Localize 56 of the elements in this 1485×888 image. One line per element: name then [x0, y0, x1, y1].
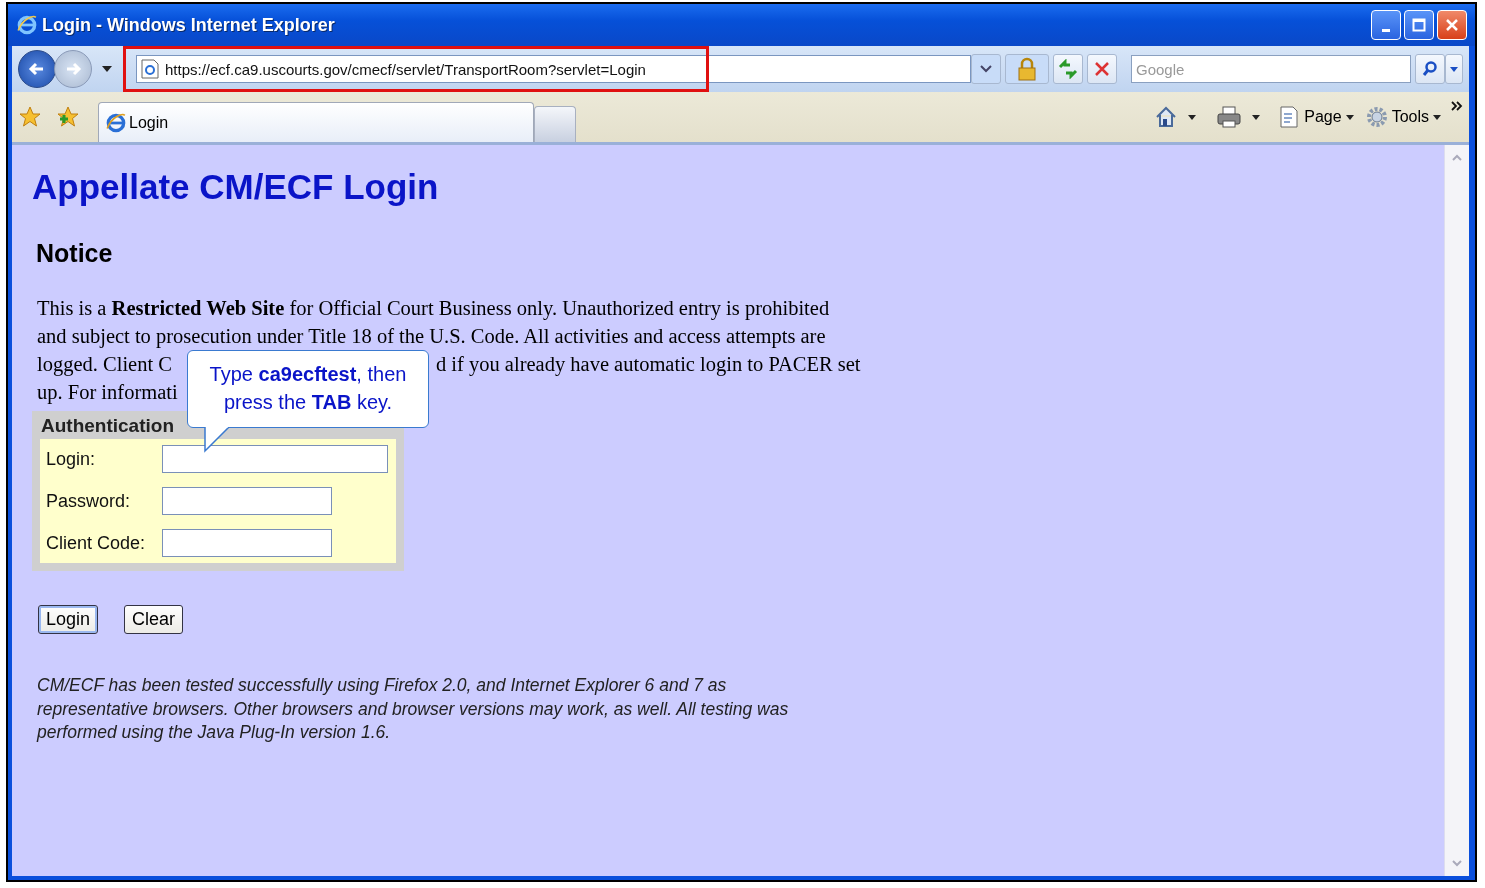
chevron-icon[interactable]	[1451, 101, 1463, 111]
notice-text: logged. Client C	[37, 352, 172, 378]
field-label: Password:	[46, 490, 132, 512]
padlock-icon	[1017, 57, 1037, 81]
input-field[interactable]	[162, 529, 332, 557]
refresh-button[interactable]	[1053, 54, 1083, 84]
window-title: Login - Windows Internet Explorer	[42, 14, 335, 36]
address-dropdown-button[interactable]	[971, 54, 1001, 84]
gear-icon	[1365, 106, 1388, 128]
close-icon	[1445, 18, 1459, 32]
stop-icon	[1094, 61, 1110, 77]
page-heading: Appellate CM/ECF Login	[32, 167, 440, 207]
tooltip-callout: Type ca9ecftest, then press the TAB key.	[187, 350, 429, 428]
input-field[interactable]	[162, 487, 332, 515]
minimize-button[interactable]	[1371, 10, 1401, 40]
dropdown-arrow-icon[interactable]	[102, 66, 112, 72]
dropdown-arrow-icon[interactable]	[1188, 114, 1197, 120]
page-icon	[1280, 106, 1301, 128]
field-label: Client Code:	[46, 532, 147, 554]
add-star-icon[interactable]	[56, 105, 80, 129]
maximize-button[interactable]	[1404, 10, 1434, 40]
notice-text: This is a Restricted Web Site for Official Court Business only. Unauthorized entry is prohibited	[37, 296, 830, 322]
star-icon[interactable]	[18, 105, 42, 129]
page-icon	[141, 59, 159, 79]
search-icon	[1422, 61, 1438, 77]
caret-icon	[1433, 114, 1441, 120]
search-options-button[interactable]	[1445, 54, 1463, 84]
browser-logo-icon	[16, 14, 38, 36]
address-field[interactable]: https://ecf.ca9.uscourts.gov/cmecf/servlet/TransportRoom?servlet=Login	[136, 55, 971, 83]
caret-icon	[1345, 114, 1354, 120]
tools-menu-button[interactable]: Tools	[1363, 106, 1443, 128]
caret-icon	[1450, 66, 1458, 72]
search-button[interactable]	[1415, 54, 1445, 84]
close-button[interactable]	[1437, 10, 1467, 40]
refresh-icon	[1058, 59, 1078, 79]
back-button[interactable]	[18, 50, 56, 88]
dropdown-arrow-icon[interactable]	[1252, 114, 1261, 120]
notice-text: up. For informati	[37, 380, 178, 406]
notice-text: d if you already have automatic login to PACER set	[435, 352, 861, 378]
maximize-icon	[1412, 18, 1426, 32]
panel-title: Authentication	[40, 414, 175, 438]
minimize-icon	[1382, 28, 1390, 32]
notice-text: and subject to prosecution under Title 18 of the U.S. Code. All activities and access attempts are	[37, 324, 826, 350]
security-button[interactable]	[1005, 54, 1049, 84]
printer-icon	[1216, 106, 1243, 128]
page-menu-button[interactable]: Page	[1278, 106, 1356, 128]
browser-note: CM/ECF has been tested successfully using Firefox 2.0, and Internet Explorer 6 and 7 as representative browsers. Other browsers and browser versions may work, as well. All testing was performed using the Java Plug-In version 1.6.	[37, 674, 790, 744]
field-label: Login:	[46, 448, 97, 470]
form-button[interactable]: Clear	[124, 605, 184, 634]
tab[interactable]: Login	[98, 102, 534, 142]
stop-button[interactable]	[1087, 54, 1117, 84]
search-field[interactable]: Google	[1131, 55, 1411, 83]
chevron-down-icon	[980, 65, 992, 73]
notice-heading: Notice	[36, 239, 114, 268]
browser-logo-icon	[105, 111, 127, 134]
form-button[interactable]: Login	[38, 605, 99, 634]
